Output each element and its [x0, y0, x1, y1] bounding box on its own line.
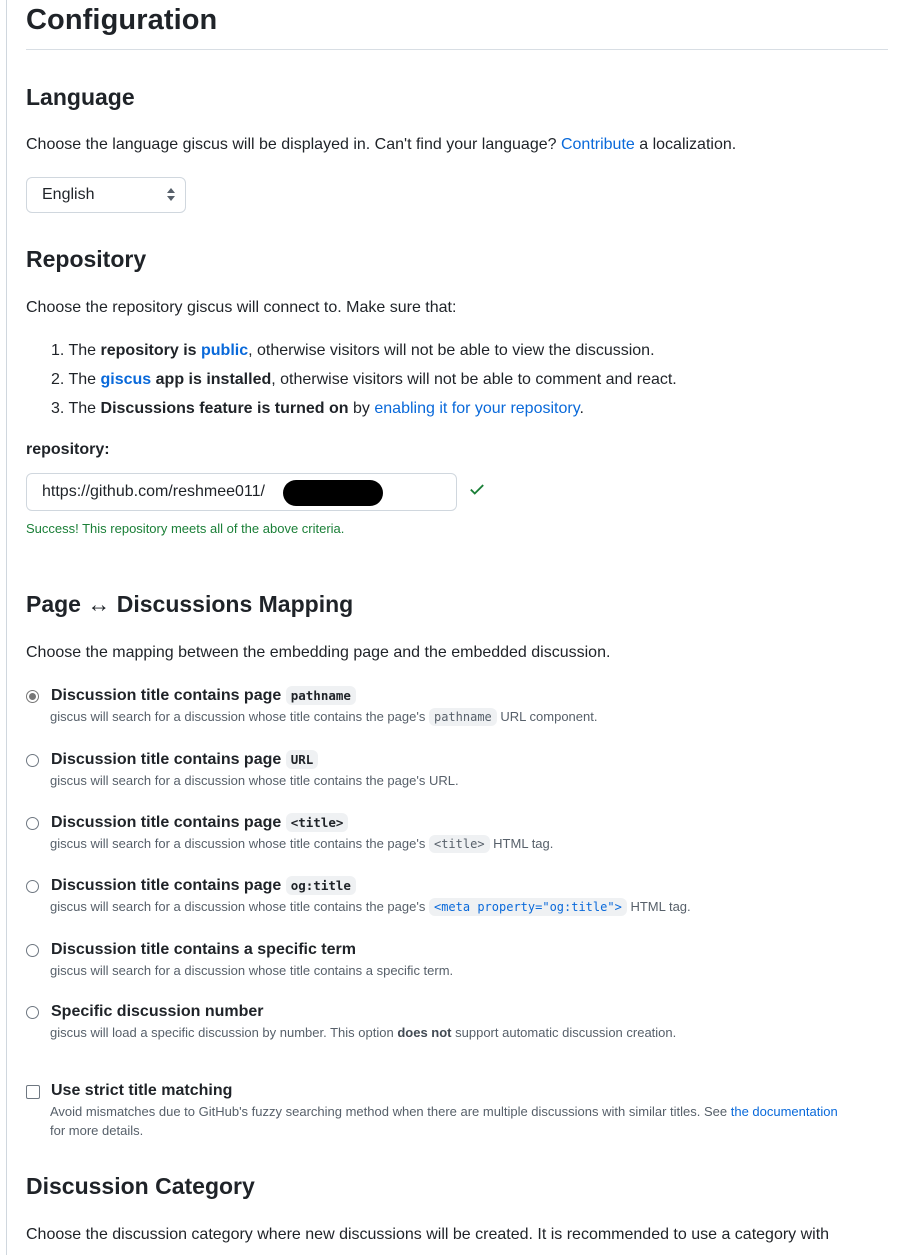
- category-heading: Discussion Category: [26, 1173, 255, 1199]
- language-heading: Language: [26, 84, 135, 110]
- radio-unselected[interactable]: [26, 1006, 39, 1019]
- category-intro: Choose the discussion category where new…: [26, 1226, 830, 1243]
- criteria-item: 3. The Discussions feature is turned on …: [51, 400, 584, 417]
- repository-input-value: https://github.com/reshmee011/: [42, 483, 265, 500]
- mapping-heading: Page ↔ Discussions Mapping: [26, 591, 354, 617]
- radio-unselected[interactable]: [26, 880, 39, 893]
- language-select-value: English: [42, 186, 95, 203]
- radio-unselected[interactable]: [26, 944, 39, 957]
- language-description: Choose the language giscus will be displ…: [26, 136, 737, 153]
- repository-success-message: Success! This repository meets all of th…: [26, 521, 345, 536]
- radio-unselected[interactable]: [26, 817, 39, 830]
- strict-title-matching-checkbox[interactable]: [26, 1085, 40, 1099]
- title-divider: [26, 49, 888, 50]
- criteria-item: 2. The giscus app is installed, otherwis…: [51, 371, 677, 388]
- enable-discussions-link[interactable]: enabling it for your repository: [374, 400, 579, 417]
- mapping-intro: Choose the mapping between the embedding…: [26, 644, 611, 661]
- documentation-link[interactable]: the documentation: [731, 1104, 838, 1119]
- giscus-app-link[interactable]: giscus: [101, 371, 152, 388]
- page-title: Configuration: [26, 4, 218, 36]
- redaction-mark: [283, 480, 383, 506]
- radio-unselected[interactable]: [26, 754, 39, 767]
- radio-selected[interactable]: [26, 690, 39, 703]
- repository-input[interactable]: https://github.com/reshmee011/: [26, 473, 457, 511]
- select-arrows-icon: [167, 188, 175, 202]
- repository-heading: Repository: [26, 246, 147, 272]
- language-select[interactable]: English: [26, 177, 186, 213]
- left-border: [6, 0, 7, 1255]
- repository-field-label: repository:: [26, 441, 110, 458]
- repository-criteria-list: 1. The repository is public, otherwise v…: [51, 339, 677, 426]
- check-icon: [470, 484, 484, 495]
- public-link[interactable]: public: [201, 342, 248, 359]
- contribute-link[interactable]: Contribute: [561, 136, 635, 153]
- repository-intro: Choose the repository giscus will connec…: [26, 299, 457, 316]
- criteria-item: 1. The repository is public, otherwise v…: [51, 342, 655, 359]
